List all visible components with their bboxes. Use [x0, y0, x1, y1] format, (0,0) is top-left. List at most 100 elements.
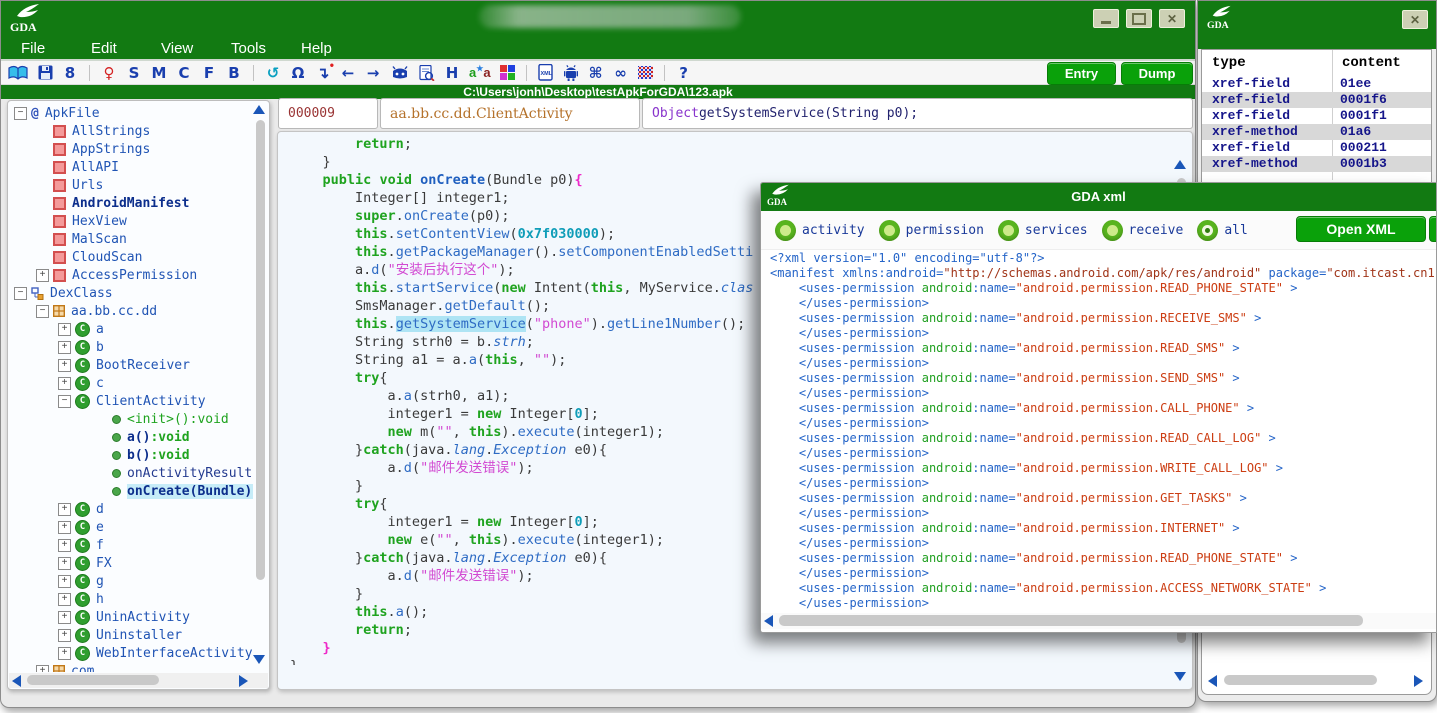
close-icon[interactable]: ✕	[1402, 10, 1428, 29]
tree-item-urls[interactable]: Urls	[8, 176, 253, 194]
xref-row[interactable]: xref-field0001f6	[1202, 92, 1431, 108]
tree-item-e[interactable]: +Ce	[8, 518, 253, 536]
radio-receive-icon[interactable]	[1102, 220, 1123, 241]
hex-icon[interactable]: H	[444, 64, 460, 82]
code-scroll-up-arrow[interactable]	[1174, 160, 1186, 169]
tree-item-f[interactable]: +Cf	[8, 536, 253, 554]
open-icon[interactable]	[8, 64, 28, 82]
expand-icon[interactable]: +	[58, 593, 71, 606]
menu-tools[interactable]: Tools	[231, 40, 281, 57]
expand-icon[interactable]: +	[58, 575, 71, 588]
tree-scroll-up-arrow[interactable]	[253, 105, 265, 114]
filter-services[interactable]: services	[998, 220, 1088, 241]
shortcut-icon[interactable]: ⌘	[588, 64, 604, 82]
cutoff-button[interactable]	[1429, 216, 1437, 242]
tree-item--init-void[interactable]: <init>():void	[8, 410, 253, 428]
xref-row[interactable]: xref-method0001b3	[1202, 156, 1431, 172]
key-icon[interactable]: ∞	[613, 64, 629, 82]
expand-icon[interactable]: +	[36, 269, 49, 282]
tree-item-uninactivity[interactable]: +CUninActivity	[8, 608, 253, 626]
tree-scroll-right-arrow[interactable]	[239, 675, 248, 687]
grid-icon[interactable]	[638, 66, 653, 79]
collapse-icon[interactable]: −	[14, 107, 27, 120]
popup-scroll-left-arrow[interactable]	[764, 615, 773, 627]
expand-icon[interactable]: +	[58, 611, 71, 624]
tree-item-oncreate-bundle-v[interactable]: onCreate(Bundle):v	[8, 482, 253, 500]
tree-item-b[interactable]: +Cb	[8, 338, 253, 356]
dump-button[interactable]: Dump	[1121, 62, 1193, 85]
radio-all-icon[interactable]	[1197, 220, 1218, 241]
history-icon[interactable]: ↺	[265, 64, 281, 82]
expand-icon[interactable]: +	[58, 557, 71, 570]
filter-receive[interactable]: receive	[1102, 220, 1184, 241]
tree-item-bootreceiver[interactable]: +CBootReceiver	[8, 356, 253, 374]
tree-item-fx[interactable]: +CFX	[8, 554, 253, 572]
menu-file[interactable]: File	[21, 40, 71, 57]
tree-item-a-[interactable]: a():void	[8, 428, 253, 446]
filter-permission[interactable]: permission	[879, 220, 984, 241]
expand-icon[interactable]: +	[58, 521, 71, 534]
radio-permission-icon[interactable]	[879, 220, 900, 241]
entry-button[interactable]: Entry	[1047, 62, 1116, 85]
expand-icon[interactable]: +	[36, 665, 49, 673]
collapse-icon[interactable]: −	[36, 305, 49, 318]
tree-item-hexview[interactable]: HexView	[8, 212, 253, 230]
radio-services-icon[interactable]	[998, 220, 1019, 241]
xref-row[interactable]: xref-method01a6	[1202, 124, 1431, 140]
tree-item-c[interactable]: +Cc	[8, 374, 253, 392]
android-face-icon[interactable]	[390, 64, 410, 82]
tree-item-webinterfaceactivity[interactable]: +CWebInterfaceActivity	[8, 644, 253, 662]
tree-item-onactivityresult-i[interactable]: onActivityResult(i	[8, 464, 253, 482]
xref-row[interactable]: xref-field0001f1	[1202, 108, 1431, 124]
expand-icon[interactable]: +	[58, 629, 71, 642]
tree-item-g[interactable]: +Cg	[8, 572, 253, 590]
back-icon[interactable]: ←	[340, 64, 356, 82]
link-icon[interactable]: 8	[62, 64, 78, 82]
menu-edit[interactable]: Edit	[91, 40, 141, 57]
tree-item-h[interactable]: +Ch	[8, 590, 253, 608]
jump-icon[interactable]: Ω	[290, 64, 306, 82]
scan-icon[interactable]: ♀	[101, 64, 117, 82]
tree-item-a[interactable]: +Ca	[8, 320, 253, 338]
apk-icon[interactable]	[563, 64, 579, 82]
radio-activity-icon[interactable]	[775, 220, 796, 241]
tree-item-allstrings[interactable]: AllStrings	[8, 122, 253, 140]
tree-item-accesspermission[interactable]: +AccessPermission	[8, 266, 253, 284]
tree-item-appstrings[interactable]: AppStrings	[8, 140, 253, 158]
tree-item-cloudscan[interactable]: CloudScan	[8, 248, 253, 266]
expand-icon[interactable]: +	[58, 359, 71, 372]
xref-hscroll-thumb[interactable]	[1224, 675, 1377, 685]
tree-vscroll-thumb[interactable]	[256, 120, 265, 580]
expand-icon[interactable]: +	[58, 341, 71, 354]
tree-item-malscan[interactable]: MalScan	[8, 230, 253, 248]
filter-all[interactable]: all	[1197, 220, 1247, 241]
xref-row[interactable]: xref-field01ee	[1202, 76, 1431, 92]
close-button[interactable]: ✕	[1159, 9, 1185, 28]
tree-item-aa-bb-cc-dd[interactable]: −aa.bb.cc.dd	[8, 302, 253, 320]
tree-scroll-left-arrow[interactable]	[12, 675, 21, 687]
minimize-button[interactable]	[1093, 9, 1119, 28]
filter-activity[interactable]: activity	[775, 220, 865, 241]
collapse-icon[interactable]: −	[14, 287, 27, 300]
tree-scroll-down-arrow[interactable]	[253, 655, 265, 664]
expand-icon[interactable]: +	[58, 539, 71, 552]
tree-item-com[interactable]: +com	[8, 662, 253, 672]
tool-b-icon[interactable]: B	[226, 64, 242, 82]
tree-hscroll-thumb[interactable]	[27, 675, 159, 685]
tool-m-icon[interactable]: M	[151, 64, 167, 82]
tree-item-b-[interactable]: b():void	[8, 446, 253, 464]
menu-help[interactable]: Help	[301, 40, 351, 57]
open-xml-button[interactable]: Open XML	[1296, 216, 1426, 242]
xref-scroll-left-arrow[interactable]	[1208, 675, 1217, 687]
help-icon[interactable]: ?	[676, 64, 692, 82]
expand-icon[interactable]: +	[58, 503, 71, 516]
entry-point-icon[interactable]: ↴•	[315, 64, 331, 82]
forward-icon[interactable]: →	[365, 64, 381, 82]
save-icon[interactable]	[37, 64, 53, 82]
xml-icon[interactable]: XML	[538, 64, 554, 82]
search-doc-icon[interactable]	[419, 64, 435, 82]
tool-f-icon[interactable]: F	[201, 64, 217, 82]
tool-c-icon[interactable]: C	[176, 64, 192, 82]
tree-item-d[interactable]: +Cd	[8, 500, 253, 518]
expand-icon[interactable]: +	[58, 647, 71, 660]
